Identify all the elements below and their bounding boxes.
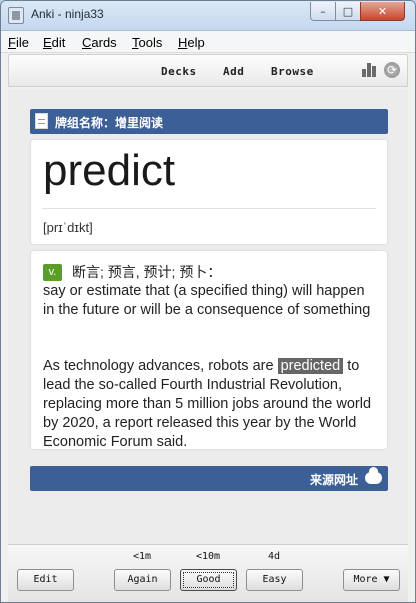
deck-name: 牌组名称：增里阅读 (55, 116, 164, 130)
minimize-button[interactable]: – (310, 2, 336, 21)
menu-edit[interactable]: Edit (43, 35, 65, 50)
phonetic-text: [prɪˈdɪkt] (43, 220, 93, 235)
more-button[interactable]: More ▼ (343, 569, 400, 591)
menu-cards[interactable]: Cards (82, 35, 117, 50)
divider (42, 208, 376, 209)
close-button[interactable]: ✕ (360, 2, 405, 21)
example-before: As technology advances, robots are (43, 358, 278, 374)
chinese-definition: 断言; 预言, 预计; 预卜： (72, 264, 222, 280)
edit-button[interactable]: Edit (17, 569, 74, 591)
menu-bar: File Edit Cards Tools Help (1, 31, 415, 53)
bar-chart-icon[interactable] (362, 63, 378, 77)
reviewer-content: 牌组名称：增里阅读 predict [prɪˈdɪkt] v. 断言; 预言, … (8, 89, 408, 544)
decks-link[interactable]: Decks (161, 65, 197, 78)
anki-window: Anki - ninja33 – □ ✕ File Edit Cards Too… (0, 0, 416, 603)
part-of-speech-badge: v. (43, 264, 62, 281)
source-link[interactable]: 来源网址 (310, 471, 358, 488)
good-button[interactable]: Good (180, 569, 237, 591)
word-card: predict [prɪˈdɪkt] (31, 140, 387, 244)
cloud-icon (365, 467, 382, 484)
menu-file[interactable]: File (8, 35, 29, 50)
document-icon (35, 113, 48, 129)
sync-icon[interactable]: ⟳ (384, 62, 400, 78)
title-bar[interactable]: Anki - ninja33 – □ ✕ (1, 1, 415, 31)
easy-interval: 4d (267, 551, 281, 562)
english-definition: say or estimate that (a specified thing)… (43, 283, 371, 318)
good-interval: <10m (195, 551, 221, 562)
deck-header: 牌组名称：增里阅读 (30, 109, 388, 134)
menu-tools[interactable]: Tools (132, 35, 162, 50)
highlighted-word: predicted (277, 358, 344, 374)
answer-bar: <1m <10m 4d Edit Again Good Easy More ▼ (8, 544, 408, 602)
easy-button[interactable]: Easy (246, 569, 303, 591)
again-button[interactable]: Again (114, 569, 171, 591)
menu-help[interactable]: Help (178, 35, 205, 50)
main-toolbar: Decks Add Browse ⟳ (8, 54, 408, 87)
example-sentence: As technology advances, robots are predi… (43, 357, 379, 452)
add-link[interactable]: Add (223, 65, 244, 78)
maximize-button[interactable]: □ (335, 2, 361, 21)
anki-app-icon (8, 7, 24, 24)
definition-card: v. 断言; 预言, 预计; 预卜： say or estimate that … (31, 251, 387, 452)
again-interval: <1m (132, 551, 152, 562)
source-footer[interactable]: 来源网址 (30, 466, 388, 491)
browse-link[interactable]: Browse (271, 65, 314, 78)
window-title: Anki - ninja33 (31, 7, 104, 21)
word-text: predict (43, 146, 176, 195)
